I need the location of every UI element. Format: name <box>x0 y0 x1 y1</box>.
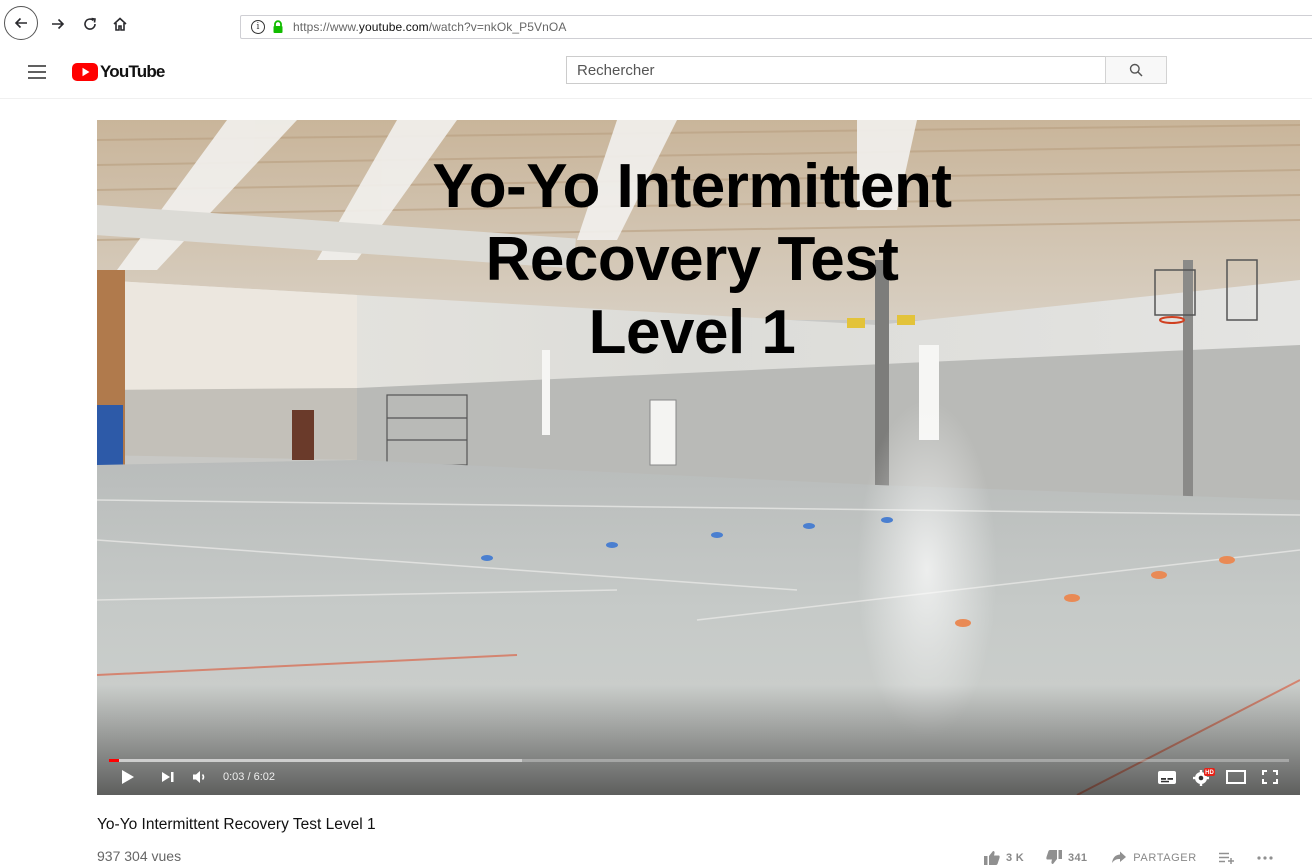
back-icon <box>14 17 27 29</box>
browser-toolbar: i https://www.youtube.com/watch?v=nkOk_P… <box>0 0 1312 48</box>
overlay-title-line: Recovery Test <box>485 225 899 294</box>
subtitles-button[interactable] <box>1155 766 1179 788</box>
thumbs-down-icon <box>1046 850 1063 864</box>
play-button[interactable] <box>117 766 139 788</box>
url-bar[interactable]: i https://www.youtube.com/watch?v=nkOk_P… <box>240 15 1312 39</box>
time-display: 0:03 / 6:02 <box>223 771 275 783</box>
url-text[interactable]: https://www.youtube.com/watch?v=nkOk_P5V… <box>293 20 566 34</box>
video-player[interactable]: Yo-Yo Intermittent Recovery Test Level 1… <box>97 120 1300 795</box>
video-actions: 3 K 341 PARTAGER <box>984 849 1273 866</box>
add-to-playlist-icon <box>1218 852 1234 864</box>
search-icon <box>1129 63 1143 77</box>
settings-icon: HD <box>1193 768 1215 786</box>
play-icon <box>122 770 134 784</box>
share-label: PARTAGER <box>1133 851 1197 864</box>
like-button[interactable]: 3 K <box>984 850 1024 865</box>
reload-icon <box>84 17 96 30</box>
fullscreen-button[interactable] <box>1257 766 1283 788</box>
info-icon[interactable]: i <box>251 20 265 34</box>
video-title: Yo-Yo Intermittent Recovery Test Level 1 <box>97 816 376 833</box>
url-prefix: https://www. <box>293 20 359 34</box>
progress-buffered <box>109 759 522 762</box>
dislike-button[interactable]: 341 <box>1046 850 1087 865</box>
url-domain: youtube.com <box>358 20 429 34</box>
search-box <box>566 56 1106 84</box>
search-button[interactable] <box>1105 56 1167 84</box>
like-count: 3 K <box>1006 851 1025 864</box>
theater-mode-button[interactable] <box>1223 766 1249 788</box>
share-icon <box>1112 851 1127 863</box>
forward-button[interactable] <box>42 8 74 40</box>
back-button[interactable] <box>4 6 38 40</box>
youtube-wordmark: YouTube <box>100 62 165 81</box>
overlay-title-line: Level 1 <box>588 298 796 367</box>
url-path: /watch?v=nkOk_P5VnOA <box>428 20 567 34</box>
volume-button[interactable] <box>189 766 213 788</box>
lock-icon[interactable] <box>271 20 285 34</box>
svg-text:HD: HD <box>1205 770 1214 776</box>
search-input[interactable] <box>567 57 1105 83</box>
add-to-playlist-button[interactable] <box>1218 852 1235 864</box>
youtube-masthead: YouTube <box>0 48 1312 99</box>
overlay-title-line: Yo-Yo Intermittent <box>432 152 952 221</box>
thumbs-up-icon <box>984 851 1000 865</box>
video-overlay-title: Yo-Yo Intermittent Recovery Test Level 1 <box>97 150 1287 369</box>
reload-button[interactable] <box>74 8 106 40</box>
youtube-logo[interactable]: YouTube <box>72 62 165 82</box>
progress-played <box>109 759 119 762</box>
forward-icon <box>52 18 65 30</box>
controls-gradient <box>97 685 1300 795</box>
settings-button[interactable]: HD <box>1191 766 1217 788</box>
share-button[interactable]: PARTAGER <box>1111 851 1196 864</box>
fullscreen-icon <box>1262 770 1278 784</box>
next-icon <box>162 772 174 782</box>
menu-icon[interactable] <box>28 65 46 79</box>
subtitles-icon <box>1158 770 1176 784</box>
theater-icon <box>1226 770 1246 784</box>
home-icon <box>113 17 127 31</box>
progress-bar[interactable] <box>109 759 1289 762</box>
view-count: 937 304 vues <box>97 848 182 864</box>
volume-icon <box>193 771 205 783</box>
home-button[interactable] <box>104 8 136 40</box>
next-button[interactable] <box>157 766 179 788</box>
youtube-play-logo-icon <box>72 63 98 81</box>
more-icon <box>1257 855 1273 860</box>
more-actions-button[interactable] <box>1257 855 1273 860</box>
dislike-count: 341 <box>1068 851 1088 864</box>
